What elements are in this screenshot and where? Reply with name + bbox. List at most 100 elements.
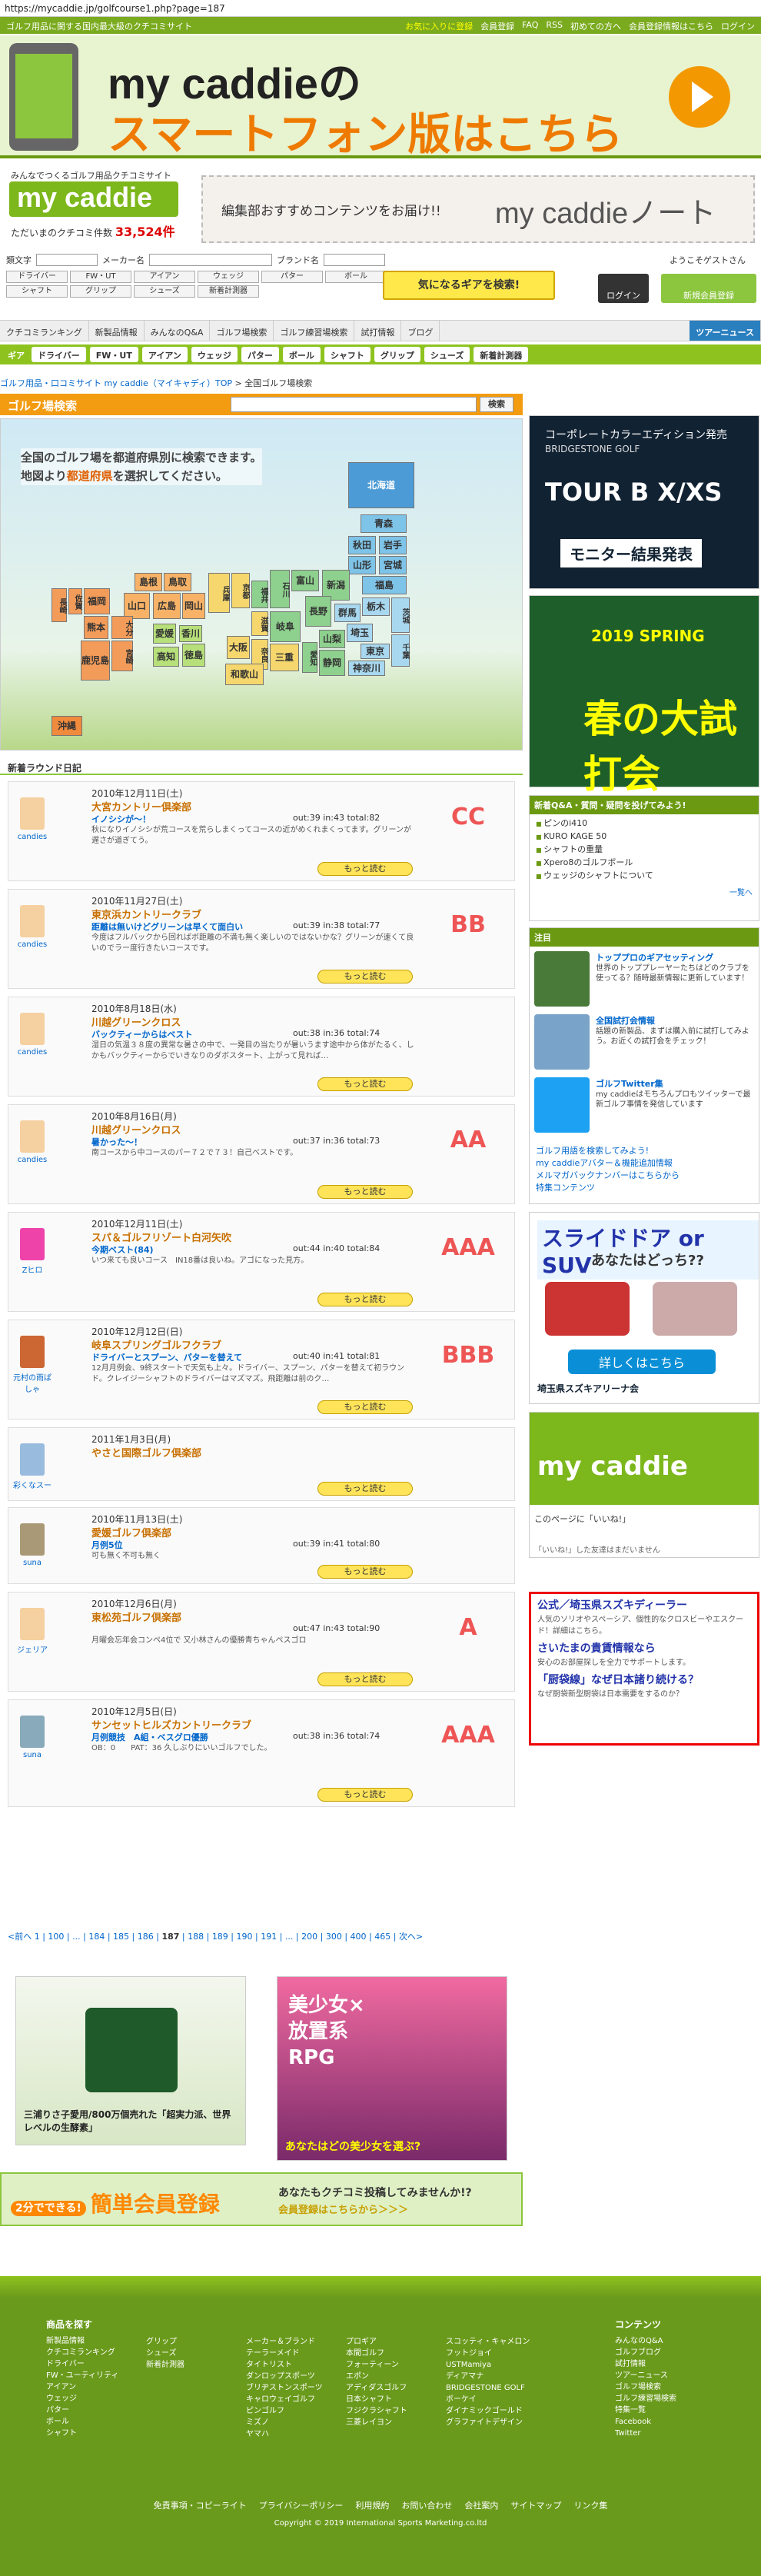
pref-button[interactable]: 青森 xyxy=(361,514,407,533)
pref-button[interactable]: 長崎 xyxy=(52,588,67,622)
member-register-link[interactable]: 会員登録 xyxy=(480,20,514,32)
report-title[interactable]: 今期ベスト(84) xyxy=(91,1243,154,1256)
facebook-like[interactable]: このページに「いいね!」 xyxy=(534,1513,630,1525)
pref-button[interactable]: 高知 xyxy=(153,647,179,667)
golf-search-button[interactable]: 検索 xyxy=(480,397,513,412)
gear-grip[interactable]: グリップ xyxy=(374,347,420,362)
pager-page[interactable]: 191 xyxy=(261,1932,277,1942)
footer-link[interactable]: ピンゴルフ xyxy=(246,2405,323,2417)
read-more-button[interactable]: もっと読む xyxy=(317,1672,413,1686)
read-more-button[interactable]: もっと読む xyxy=(317,1077,413,1091)
pref-button[interactable]: 群馬 xyxy=(334,604,361,622)
facebook-logo[interactable]: my caddie xyxy=(530,1413,759,1505)
report-user[interactable]: candies xyxy=(13,797,52,841)
pager-next[interactable]: 次へ> xyxy=(399,1932,423,1942)
gear-shoes[interactable]: シューズ xyxy=(424,347,470,362)
gear-ball[interactable]: ボール xyxy=(282,347,321,362)
report-username[interactable]: candies xyxy=(18,1156,47,1164)
report-username[interactable]: 彩くなスー xyxy=(13,1482,52,1490)
report-username[interactable]: Zヒロ xyxy=(22,1266,43,1275)
report-user[interactable]: candies xyxy=(13,905,52,949)
report-title[interactable]: 月例競技 A組・ベスグロ優勝 xyxy=(91,1731,208,1743)
footer-link[interactable]: ゴルフ場検索 xyxy=(615,2381,676,2393)
pref-button[interactable]: 岐阜 xyxy=(270,611,301,642)
pref-button[interactable]: 兵庫 xyxy=(208,573,230,613)
qa-more-link[interactable]: 一覧へ xyxy=(530,886,759,897)
pref-button[interactable]: 宮崎 xyxy=(111,641,133,671)
pref-button[interactable]: 三重 xyxy=(270,644,299,671)
read-more-button[interactable]: もっと読む xyxy=(317,1400,413,1414)
footer-link[interactable]: ボーケイ xyxy=(446,2394,530,2405)
pref-button[interactable]: 福井 xyxy=(251,581,268,608)
pref-button[interactable]: 福岡 xyxy=(84,588,110,614)
report-course[interactable]: サンセットヒルズカントリークラブ xyxy=(91,1717,251,1732)
footer-bottom-link[interactable]: 免責事項・コピーライト xyxy=(154,2501,247,2511)
featured-link[interactable]: 特集コンテンツ xyxy=(536,1182,680,1194)
pref-button[interactable]: 宮城 xyxy=(379,556,407,574)
report-username[interactable]: candies xyxy=(18,1048,47,1057)
pref-button[interactable]: 鹿児島 xyxy=(81,641,110,681)
gear-fw-ut[interactable]: FW・UT xyxy=(89,347,138,362)
report-course[interactable]: やさと国際ゴルフ倶楽部 xyxy=(91,1445,201,1459)
nav-driving-range[interactable]: ゴルフ練習場検索 xyxy=(274,321,355,341)
footer-link[interactable]: シューズ xyxy=(146,2348,184,2359)
featured-item[interactable]: ゴルフTwitter集 my caddieはモちろんプロもツイッターで最新ゴルフ… xyxy=(534,1077,754,1139)
pager-page[interactable]: 200 xyxy=(301,1932,317,1942)
pref-button[interactable]: 茨城 xyxy=(391,597,410,633)
report-course[interactable]: スパ＆ゴルフリゾート白河矢吹 xyxy=(91,1230,231,1244)
breadcrumb-home[interactable]: ゴルフ用品・口コミサイト my caddie（マイキャディ）TOP xyxy=(0,378,232,388)
address-bar[interactable]: https://mycaddie.jp/golfcourse1.php?page… xyxy=(0,0,761,17)
report-username[interactable]: 元村の雨ぱしゃ xyxy=(13,1374,52,1394)
footer-link[interactable]: シャフト xyxy=(46,2428,118,2439)
featured-link[interactable]: ゴルフ用語を検索してみよう! xyxy=(536,1145,680,1157)
footer-bottom-link[interactable]: サイトマップ xyxy=(510,2501,561,2511)
pref-button[interactable]: 福島 xyxy=(362,576,407,594)
footer-link[interactable]: メーカー＆ブランド xyxy=(246,2336,323,2348)
footer-link[interactable]: 新着計測器 xyxy=(146,2359,184,2371)
footer-link[interactable]: キャロウェイゴルフ xyxy=(246,2394,323,2405)
keyword-4[interactable]: パター xyxy=(261,271,323,283)
keyword-9[interactable]: 新着計測器 xyxy=(198,285,259,298)
brand-select[interactable] xyxy=(324,254,385,266)
footer-link[interactable]: 日本シャフト xyxy=(346,2394,407,2405)
report-username[interactable]: suna xyxy=(23,1751,42,1759)
nav-ranking[interactable]: クチコミランキング xyxy=(0,321,89,341)
footer-link[interactable]: ドライバー xyxy=(46,2358,118,2370)
rss-link[interactable]: RSS xyxy=(546,20,563,32)
pref-button[interactable]: 愛媛 xyxy=(153,624,176,644)
suzuki-ad[interactable]: スライドドア or SUV あなたはどっち?? 詳しくはこちら 埼玉県スズキアリ… xyxy=(529,1212,759,1404)
pref-button[interactable]: 島根 xyxy=(135,573,162,591)
keyword-7[interactable]: グリップ xyxy=(70,285,131,298)
pref-button[interactable]: 富山 xyxy=(291,570,319,591)
nav-trial[interactable]: 試打情報 xyxy=(354,321,402,341)
pager-prev[interactable]: <前へ xyxy=(8,1932,32,1942)
pref-button[interactable]: 滋賀 xyxy=(251,611,268,636)
report-user[interactable]: candies xyxy=(13,1120,52,1164)
read-more-button[interactable]: もっと読む xyxy=(317,1293,413,1306)
faq-link[interactable]: FAQ xyxy=(522,20,538,32)
tourb-banner[interactable]: コーポレートカラーエディション発売 BRIDGESTONE GOLF TOUR … xyxy=(529,415,759,589)
footer-link[interactable]: 試打情報 xyxy=(615,2358,676,2370)
report-title[interactable]: イノシシが～！ xyxy=(91,813,151,825)
footer-link[interactable]: プロギア xyxy=(346,2336,407,2348)
pref-button[interactable]: 熊本 xyxy=(84,616,108,639)
gear-search-button[interactable]: 気になるギアを検索! xyxy=(383,271,555,300)
footer-link[interactable]: エポン xyxy=(346,2371,407,2382)
pref-button[interactable]: 神奈川 xyxy=(348,661,385,676)
nav-golf-course[interactable]: ゴルフ場検索 xyxy=(210,321,274,341)
text-ad-title[interactable]: 「厨袋線」なぜ日本諸り続ける？ xyxy=(537,1672,751,1687)
pref-button[interactable]: 佐賀 xyxy=(68,588,82,614)
pager-page[interactable]: 185 xyxy=(113,1932,129,1942)
member-info-link[interactable]: 会員登録情報はこちら xyxy=(629,20,713,32)
footer-link[interactable]: Facebook xyxy=(615,2416,676,2428)
login-link[interactable]: ログイン xyxy=(721,20,755,32)
footer-link[interactable]: パター xyxy=(46,2405,118,2416)
footer-link[interactable]: ヤマハ xyxy=(246,2428,323,2440)
nav-tour-news[interactable]: ツアーニュース xyxy=(690,321,761,341)
read-more-button[interactable]: もっと読む xyxy=(317,970,413,983)
featured-link[interactable]: my caddieアバター＆機能追加情報 xyxy=(536,1157,680,1170)
footer-link[interactable]: USTMamiya xyxy=(446,2359,530,2371)
pager-page[interactable]: 300 xyxy=(326,1932,342,1942)
report-username[interactable]: candies xyxy=(18,833,47,841)
read-more-button[interactable]: もっと読む xyxy=(317,1185,413,1199)
